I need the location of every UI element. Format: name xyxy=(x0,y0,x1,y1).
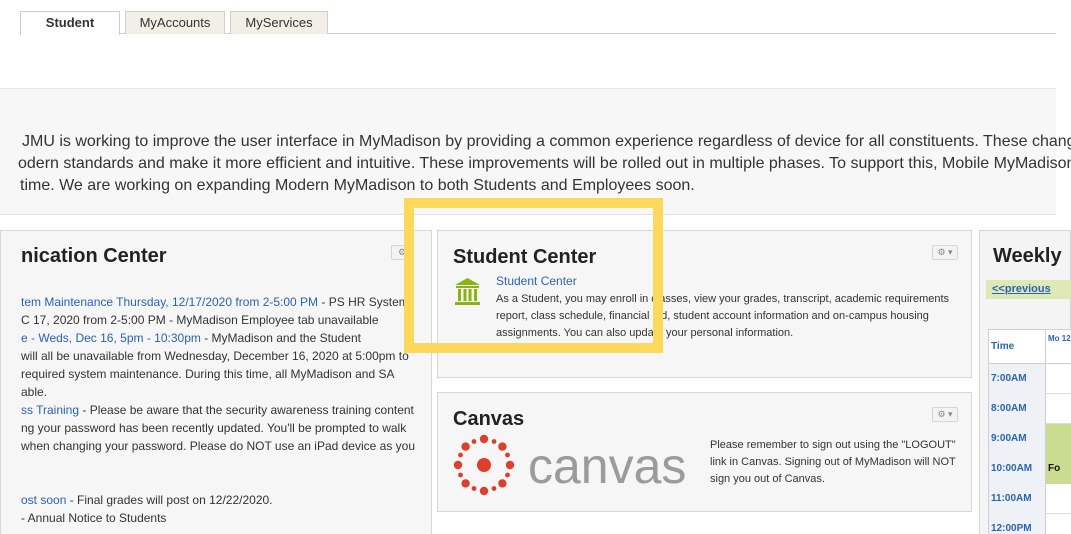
announcement-text: - Final grades will post on 12/22/2020. xyxy=(66,493,273,507)
announcement-link[interactable]: ss Training xyxy=(21,403,79,417)
panel-title: Weekly xyxy=(993,245,1062,267)
time-column-header: Time xyxy=(989,330,1046,364)
panel-title: nication Center xyxy=(21,245,167,267)
day-column-header: Mo 12 xyxy=(1046,330,1071,364)
schedule-grid: Time Mo 12 7:00AM 8:00AM 9:00AM 10:00AM F… xyxy=(988,329,1071,534)
time-cell: 9:00AM xyxy=(989,424,1046,454)
modernization-notice: JMU is working to improve the user inter… xyxy=(0,131,1071,197)
main-tab-bar: Student MyAccounts MyServices xyxy=(20,11,1056,35)
weekly-schedule-panel: Weekly <<previous Time Mo 12 7:00AM 8:00… xyxy=(979,230,1071,534)
gear-icon[interactable]: ⚙ xyxy=(391,245,413,260)
student-center-link[interactable]: Student Center xyxy=(496,274,577,288)
list-item: required system maintenance. During this… xyxy=(21,365,421,383)
list-item: ng your password has been recently updat… xyxy=(21,419,421,437)
canvas-logo-icon[interactable]: canvas xyxy=(452,433,714,497)
announcement-text: when changing your password. Please do N… xyxy=(21,439,416,453)
announcement-link[interactable]: tem Maintenance Thursday, 12/17/2020 fro… xyxy=(21,295,318,309)
announcement-text: able. xyxy=(21,385,48,399)
announcement-text: - Annual Notice to Students xyxy=(21,511,167,525)
time-cell: 12:00PM xyxy=(989,514,1046,534)
time-cell: 8:00AM xyxy=(989,394,1046,424)
previous-week-link[interactable]: <<previous xyxy=(986,280,1071,299)
list-item: will all be unavailable from Wednesday, … xyxy=(21,347,421,365)
gear-icon[interactable]: ⚙ ▾ xyxy=(932,407,958,422)
tab-myaccounts[interactable]: MyAccounts xyxy=(125,11,225,34)
announcement-link[interactable]: ost soon xyxy=(21,493,66,507)
tab-myservices[interactable]: MyServices xyxy=(230,11,328,34)
list-item: ost soon - Final grades will post on 12/… xyxy=(21,491,421,509)
student-center-panel: Student Center ⚙ ▾ Student Center As a S… xyxy=(437,230,972,378)
list-item: able. xyxy=(21,383,421,401)
list-item: when changing your password. Please do N… xyxy=(21,437,421,455)
canvas-panel: Canvas ⚙ ▾ canvas Please remember to sig… xyxy=(437,392,972,512)
list-item: C 17, 2020 from 2-5:00 PM - MyMadison Em… xyxy=(21,311,421,329)
gear-icon[interactable]: ⚙ ▾ xyxy=(932,245,958,260)
time-cell: 11:00AM xyxy=(989,484,1046,514)
canvas-wordmark: canvas xyxy=(528,438,686,494)
announcement-text: will all be unavailable from Wednesday, … xyxy=(21,349,409,363)
announcement-text: - MyMadison and the Student xyxy=(200,331,361,345)
communication-center-panel: nication Center ⚙ tem Maintenance Thursd… xyxy=(0,230,432,534)
time-cell: 7:00AM xyxy=(989,364,1046,394)
notice-line-1: JMU is working to improve the user inter… xyxy=(22,133,1071,150)
panel-title: Canvas xyxy=(453,408,525,430)
panel-title: Student Center xyxy=(453,246,597,268)
time-cell: 10:00AM xyxy=(989,454,1046,484)
announcement-text: ng your password has been recently updat… xyxy=(21,421,407,435)
schedule-event[interactable]: Fo xyxy=(1046,454,1071,484)
announcement-text: - PS HR System xyxy=(318,295,409,309)
canvas-signout-message: Please remember to sign out using the "L… xyxy=(710,439,956,485)
announcement-list: tem Maintenance Thursday, 12/17/2020 fro… xyxy=(21,293,421,527)
table-row: 11:00AM xyxy=(989,484,1071,514)
table-row: 10:00AM Fo xyxy=(989,454,1071,484)
announcement-link[interactable]: e - Weds, Dec 16, 5pm - 10:30pm xyxy=(21,331,201,345)
table-row: 7:00AM xyxy=(989,364,1071,394)
table-row: 8:00AM xyxy=(989,394,1071,424)
announcement-text: required system maintenance. During this… xyxy=(21,367,395,381)
tab-student[interactable]: Student xyxy=(20,11,120,35)
list-item: e - Weds, Dec 16, 5pm - 10:30pm - MyMadi… xyxy=(21,329,421,347)
student-center-description: As a Student, you may enroll in classes,… xyxy=(496,293,950,339)
list-item: tem Maintenance Thursday, 12/17/2020 fro… xyxy=(21,293,421,311)
list-item: ss Training - Please be aware that the s… xyxy=(21,401,421,419)
table-row: 9:00AM xyxy=(989,424,1071,454)
announcement-text: C 17, 2020 from 2-5:00 PM - MyMadison Em… xyxy=(21,313,379,327)
notice-line-2: odern standards and make it more efficie… xyxy=(18,155,1071,172)
announcement-text: - Please be aware that the security awar… xyxy=(79,403,414,417)
list-item: - Annual Notice to Students xyxy=(21,509,421,527)
building-icon xyxy=(455,278,480,305)
table-row: 12:00PM xyxy=(989,514,1071,534)
notice-line-3: time. We are working on expanding Modern… xyxy=(20,177,695,194)
